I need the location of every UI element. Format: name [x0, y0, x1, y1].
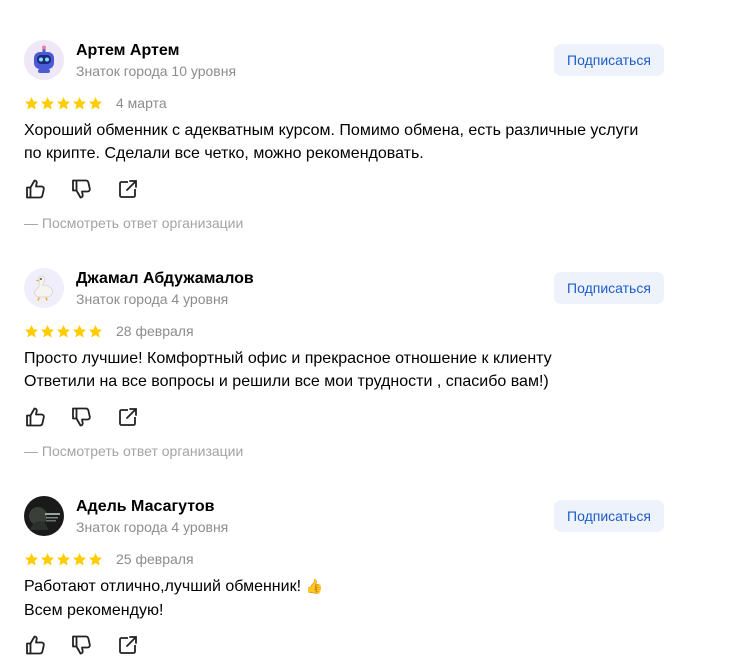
reviews-feed: Артем Артем Знаток города 10 уровня Подп…	[0, 0, 731, 668]
rating-stars	[24, 552, 103, 567]
goose-avatar-icon[interactable]	[24, 268, 64, 308]
dislike-icon[interactable]	[70, 177, 94, 201]
star-icon	[24, 96, 39, 110]
star-icon	[56, 552, 71, 566]
star-icon	[88, 552, 103, 566]
author-name[interactable]: Адель Масагутов	[76, 497, 214, 517]
thumbs-up-emoji: 👍	[305, 579, 323, 595]
subscribe-button[interactable]: Подписаться	[554, 272, 664, 304]
review-card: Джамал Абдужамалов Знаток города 4 уровн…	[0, 228, 731, 459]
review-text-line: Просто лучшие! Комфортный офис и прекрас…	[24, 350, 552, 367]
star-icon	[40, 96, 55, 110]
review-text-fragment: Работают отлично,лучший обменник!	[24, 578, 302, 595]
dislike-icon[interactable]	[70, 633, 94, 657]
star-icon	[24, 552, 39, 566]
share-icon[interactable]	[116, 633, 140, 657]
review-date: 4 марта	[116, 95, 167, 111]
subscribe-button[interactable]: Подписаться	[554, 500, 664, 532]
review-date: 28 февраля	[116, 323, 194, 339]
star-icon	[72, 552, 87, 566]
author-level: Знаток города 10 уровня	[76, 63, 237, 79]
star-icon	[24, 324, 39, 338]
photo-avatar[interactable]	[24, 496, 64, 536]
author-level: Знаток города 4 уровня	[76, 291, 229, 307]
subscribe-button[interactable]: Подписаться	[554, 44, 664, 76]
review-text: Работают отлично,лучший обменник! 👍 Всем…	[24, 575, 684, 622]
star-icon	[88, 96, 103, 110]
like-icon[interactable]	[24, 177, 48, 201]
like-icon[interactable]	[24, 633, 48, 657]
review-text: Просто лучшие! Комфортный офис и прекрас…	[24, 347, 684, 393]
star-icon	[72, 96, 87, 110]
star-icon	[56, 96, 71, 110]
review-card: Артем Артем Знаток города 10 уровня Подп…	[0, 0, 731, 231]
star-icon	[88, 324, 103, 338]
author-name[interactable]: Джамал Абдужамалов	[76, 269, 254, 289]
share-icon[interactable]	[116, 405, 140, 429]
review-text-line: Хороший обменник с адекватным курсом. По…	[24, 122, 639, 139]
review-text-line: Всем рекомендую!	[24, 602, 164, 619]
rating-stars	[24, 324, 103, 339]
review-text-line: по крипте. Сделали все четко, можно реко…	[24, 145, 424, 162]
star-icon	[56, 324, 71, 338]
review-text-line: Работают отлично,лучший обменник! 👍	[24, 575, 684, 599]
review-text: Хороший обменник с адекватным курсом. По…	[24, 119, 684, 165]
like-icon[interactable]	[24, 405, 48, 429]
author-level: Знаток города 4 уровня	[76, 519, 229, 535]
robot-avatar-icon[interactable]	[24, 40, 64, 80]
review-text-line: Ответили на все вопросы и решили все мои…	[24, 373, 549, 390]
star-icon	[40, 324, 55, 338]
dislike-icon[interactable]	[70, 405, 94, 429]
share-icon[interactable]	[116, 177, 140, 201]
review-card: Адель Масагутов Знаток города 4 уровня П…	[0, 456, 731, 668]
rating-stars	[24, 96, 103, 111]
star-icon	[72, 324, 87, 338]
star-icon	[40, 552, 55, 566]
author-name[interactable]: Артем Артем	[76, 41, 179, 61]
review-date: 25 февраля	[116, 551, 194, 567]
